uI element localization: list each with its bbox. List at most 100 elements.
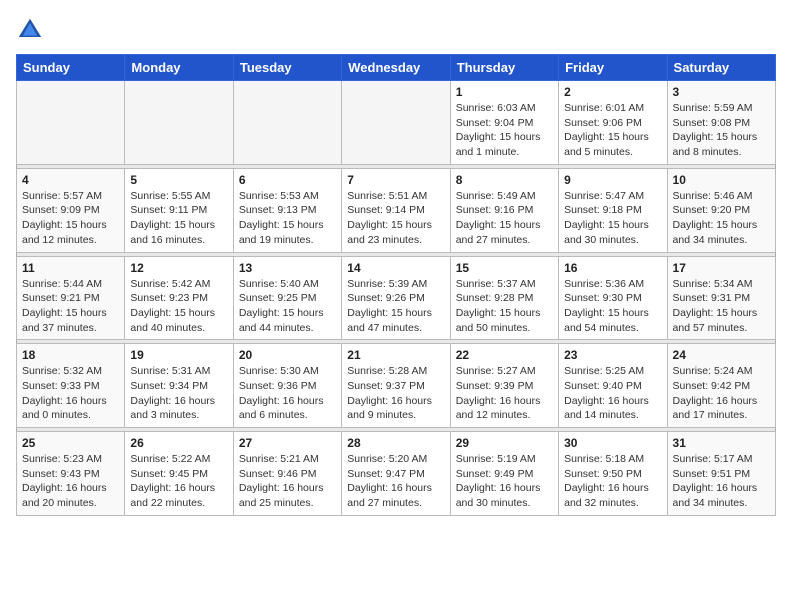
calendar-day-cell: 17 Sunrise: 5:34 AMSunset: 9:31 PMDayligh… <box>667 256 775 340</box>
calendar-day-cell: 5 Sunrise: 5:55 AMSunset: 9:11 PMDaylight… <box>125 168 233 252</box>
logo <box>16 16 46 44</box>
day-number: 10 <box>673 173 770 187</box>
calendar-day-cell: 7 Sunrise: 5:51 AMSunset: 9:14 PMDaylight… <box>342 168 450 252</box>
calendar-day-cell: 19 Sunrise: 5:31 AMSunset: 9:34 PMDayligh… <box>125 344 233 428</box>
weekday-header: Friday <box>559 55 667 81</box>
day-info: Sunrise: 5:30 AMSunset: 9:36 PMDaylight:… <box>239 364 336 423</box>
page-header <box>16 16 776 44</box>
day-number: 30 <box>564 436 661 450</box>
calendar-day-cell: 29Sunrise: 5:19 AMSunset: 9:49 PMDayligh… <box>450 432 558 516</box>
day-number: 8 <box>456 173 553 187</box>
calendar-day-cell: 22Sunrise: 5:27 AMSunset: 9:39 PMDayligh… <box>450 344 558 428</box>
day-number: 18 <box>22 348 119 362</box>
calendar-day-cell <box>233 81 341 165</box>
calendar-week-row: 11 Sunrise: 5:44 AMSunset: 9:21 PMDayligh… <box>17 256 776 340</box>
day-number: 20 <box>239 348 336 362</box>
calendar-week-row: 4 Sunrise: 5:57 AMSunset: 9:09 PMDaylight… <box>17 168 776 252</box>
calendar-day-cell: 23 Sunrise: 5:25 AMSunset: 9:40 PMDayligh… <box>559 344 667 428</box>
day-info: Sunrise: 5:34 AMSunset: 9:31 PMDaylight:… <box>673 277 770 336</box>
day-number: 13 <box>239 261 336 275</box>
day-number: 14 <box>347 261 444 275</box>
day-number: 28 <box>347 436 444 450</box>
day-info: Sunrise: 5:21 AMSunset: 9:46 PMDaylight:… <box>239 452 336 511</box>
day-number: 24 <box>673 348 770 362</box>
day-number: 1 <box>456 85 553 99</box>
calendar-table: SundayMondayTuesdayWednesdayThursdayFrid… <box>16 54 776 516</box>
day-info: Sunrise: 5:40 AMSunset: 9:25 PMDaylight:… <box>239 277 336 336</box>
day-info: Sunrise: 5:49 AMSunset: 9:16 PMDaylight:… <box>456 189 553 248</box>
day-info: Sunrise: 5:25 AMSunset: 9:40 PMDaylight:… <box>564 364 661 423</box>
weekday-header: Saturday <box>667 55 775 81</box>
day-info: Sunrise: 5:57 AMSunset: 9:09 PMDaylight:… <box>22 189 119 248</box>
calendar-day-cell: 6Sunrise: 5:53 AMSunset: 9:13 PMDaylight… <box>233 168 341 252</box>
day-number: 5 <box>130 173 227 187</box>
day-info: Sunrise: 5:22 AMSunset: 9:45 PMDaylight:… <box>130 452 227 511</box>
calendar-day-cell: 28 Sunrise: 5:20 AMSunset: 9:47 PMDayligh… <box>342 432 450 516</box>
day-info: Sunrise: 5:47 AMSunset: 9:18 PMDaylight:… <box>564 189 661 248</box>
calendar-day-cell: 26 Sunrise: 5:22 AMSunset: 9:45 PMDayligh… <box>125 432 233 516</box>
day-info: Sunrise: 5:42 AMSunset: 9:23 PMDaylight:… <box>130 277 227 336</box>
day-info: Sunrise: 5:27 AMSunset: 9:39 PMDaylight:… <box>456 364 553 423</box>
day-info: Sunrise: 5:23 AMSunset: 9:43 PMDaylight:… <box>22 452 119 511</box>
calendar-day-cell: 10 Sunrise: 5:46 AMSunset: 9:20 PMDayligh… <box>667 168 775 252</box>
day-number: 16 <box>564 261 661 275</box>
calendar-day-cell: 12 Sunrise: 5:42 AMSunset: 9:23 PMDayligh… <box>125 256 233 340</box>
day-number: 17 <box>673 261 770 275</box>
day-number: 19 <box>130 348 227 362</box>
day-info: Sunrise: 5:28 AMSunset: 9:37 PMDaylight:… <box>347 364 444 423</box>
day-info: Sunrise: 5:37 AMSunset: 9:28 PMDaylight:… <box>456 277 553 336</box>
day-number: 3 <box>673 85 770 99</box>
calendar-day-cell: 18 Sunrise: 5:32 AMSunset: 9:33 PMDayligh… <box>17 344 125 428</box>
calendar-day-cell: 8 Sunrise: 5:49 AMSunset: 9:16 PMDaylight… <box>450 168 558 252</box>
calendar-day-cell: 20 Sunrise: 5:30 AMSunset: 9:36 PMDayligh… <box>233 344 341 428</box>
calendar-week-row: 25 Sunrise: 5:23 AMSunset: 9:43 PMDayligh… <box>17 432 776 516</box>
day-number: 6 <box>239 173 336 187</box>
calendar-week-row: 1 Sunrise: 6:03 AMSunset: 9:04 PMDaylight… <box>17 81 776 165</box>
day-number: 26 <box>130 436 227 450</box>
calendar-day-cell: 4 Sunrise: 5:57 AMSunset: 9:09 PMDaylight… <box>17 168 125 252</box>
calendar-day-cell: 1 Sunrise: 6:03 AMSunset: 9:04 PMDaylight… <box>450 81 558 165</box>
calendar-day-cell <box>342 81 450 165</box>
calendar-day-cell: 14 Sunrise: 5:39 AMSunset: 9:26 PMDayligh… <box>342 256 450 340</box>
day-info: Sunrise: 5:46 AMSunset: 9:20 PMDaylight:… <box>673 189 770 248</box>
calendar-day-cell: 3 Sunrise: 5:59 AMSunset: 9:08 PMDaylight… <box>667 81 775 165</box>
day-info: Sunrise: 6:03 AMSunset: 9:04 PMDaylight:… <box>456 101 553 160</box>
weekday-header: Wednesday <box>342 55 450 81</box>
day-number: 4 <box>22 173 119 187</box>
day-number: 31 <box>673 436 770 450</box>
weekday-header: Thursday <box>450 55 558 81</box>
day-number: 27 <box>239 436 336 450</box>
day-info: Sunrise: 5:51 AMSunset: 9:14 PMDaylight:… <box>347 189 444 248</box>
day-info: Sunrise: 5:36 AMSunset: 9:30 PMDaylight:… <box>564 277 661 336</box>
day-number: 15 <box>456 261 553 275</box>
calendar-day-cell: 30 Sunrise: 5:18 AMSunset: 9:50 PMDayligh… <box>559 432 667 516</box>
calendar-header-row: SundayMondayTuesdayWednesdayThursdayFrid… <box>17 55 776 81</box>
day-info: Sunrise: 5:59 AMSunset: 9:08 PMDaylight:… <box>673 101 770 160</box>
calendar-day-cell <box>125 81 233 165</box>
day-info: Sunrise: 6:01 AMSunset: 9:06 PMDaylight:… <box>564 101 661 160</box>
day-number: 21 <box>347 348 444 362</box>
calendar-day-cell: 2Sunrise: 6:01 AMSunset: 9:06 PMDaylight… <box>559 81 667 165</box>
calendar-day-cell: 25 Sunrise: 5:23 AMSunset: 9:43 PMDayligh… <box>17 432 125 516</box>
calendar-day-cell: 13 Sunrise: 5:40 AMSunset: 9:25 PMDayligh… <box>233 256 341 340</box>
day-info: Sunrise: 5:32 AMSunset: 9:33 PMDaylight:… <box>22 364 119 423</box>
day-info: Sunrise: 5:18 AMSunset: 9:50 PMDaylight:… <box>564 452 661 511</box>
day-info: Sunrise: 5:19 AMSunset: 9:49 PMDaylight:… <box>456 452 553 511</box>
day-info: Sunrise: 5:17 AMSunset: 9:51 PMDaylight:… <box>673 452 770 511</box>
day-number: 7 <box>347 173 444 187</box>
weekday-header: Tuesday <box>233 55 341 81</box>
calendar-day-cell: 15 Sunrise: 5:37 AMSunset: 9:28 PMDayligh… <box>450 256 558 340</box>
calendar-day-cell: 24Sunrise: 5:24 AMSunset: 9:42 PMDayligh… <box>667 344 775 428</box>
calendar-day-cell: 11 Sunrise: 5:44 AMSunset: 9:21 PMDayligh… <box>17 256 125 340</box>
weekday-header: Monday <box>125 55 233 81</box>
day-number: 25 <box>22 436 119 450</box>
day-info: Sunrise: 5:44 AMSunset: 9:21 PMDaylight:… <box>22 277 119 336</box>
day-number: 23 <box>564 348 661 362</box>
day-number: 12 <box>130 261 227 275</box>
day-info: Sunrise: 5:55 AMSunset: 9:11 PMDaylight:… <box>130 189 227 248</box>
day-number: 11 <box>22 261 119 275</box>
day-info: Sunrise: 5:39 AMSunset: 9:26 PMDaylight:… <box>347 277 444 336</box>
day-info: Sunrise: 5:31 AMSunset: 9:34 PMDaylight:… <box>130 364 227 423</box>
calendar-day-cell: 16 Sunrise: 5:36 AMSunset: 9:30 PMDayligh… <box>559 256 667 340</box>
day-info: Sunrise: 5:20 AMSunset: 9:47 PMDaylight:… <box>347 452 444 511</box>
